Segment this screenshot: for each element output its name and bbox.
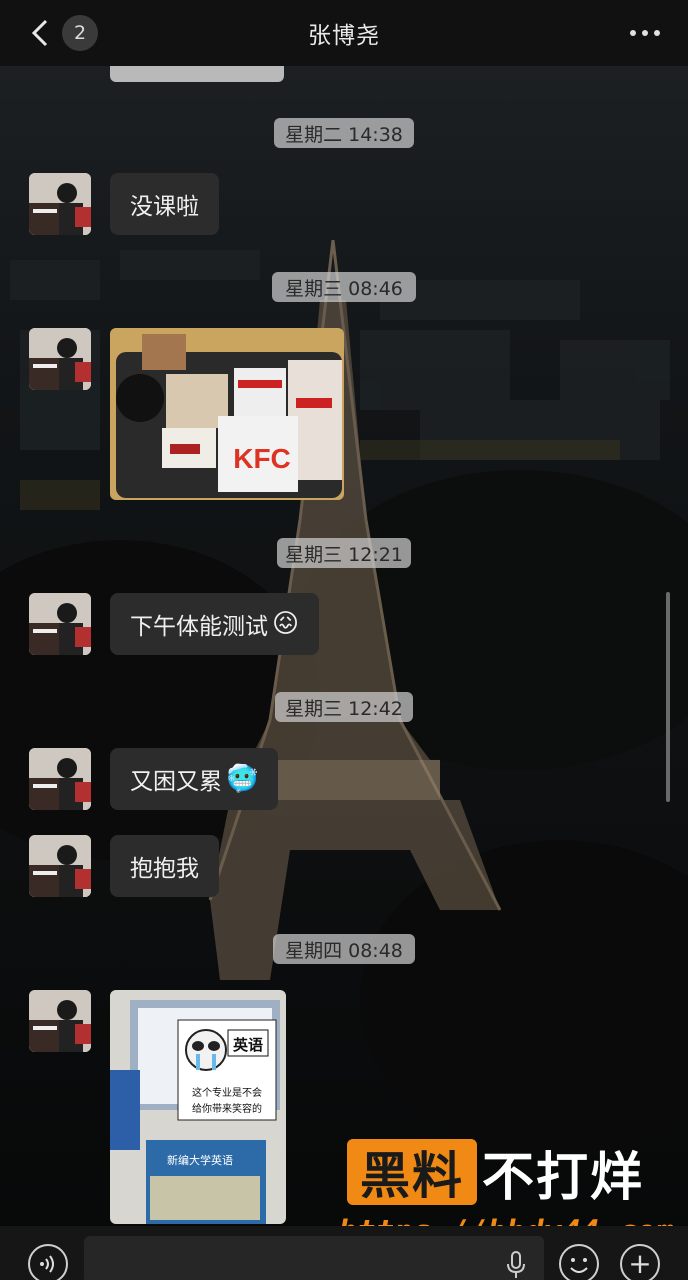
- message-bubble[interactable]: 下午体能测试 😖: [110, 593, 320, 655]
- cold-face-emoji-icon: 🥶: [226, 764, 259, 794]
- confounded-face-emoji-icon: 😖: [272, 609, 300, 639]
- message-text: 没课啦: [130, 194, 199, 220]
- message-bubble[interactable]: 抱抱我: [110, 835, 219, 897]
- avatar[interactable]: [29, 748, 91, 810]
- message-input[interactable]: [84, 1236, 544, 1280]
- avatar[interactable]: [29, 835, 91, 897]
- scrollbar[interactable]: [666, 592, 670, 802]
- back-button[interactable]: 2: [26, 13, 98, 53]
- chevron-left-icon: [26, 13, 54, 53]
- meme-tag: 英语: [233, 1036, 263, 1054]
- input-bar: +: [0, 1226, 688, 1280]
- more-icon: [630, 30, 636, 36]
- chat-title: 张博尧: [308, 23, 380, 49]
- timestamp: 星期四 08:48: [273, 934, 415, 964]
- avatar[interactable]: [29, 593, 91, 655]
- voice-icon: [40, 1255, 54, 1273]
- meme-caption-line-1: 这个专业是不会: [192, 1086, 262, 1099]
- message-list[interactable]: 星期二 14:38 没课啦 星期三 08:46 KFC 星期三 12:21 下午…: [0, 66, 688, 1226]
- image-message-food[interactable]: KFC: [110, 328, 344, 500]
- message-bubble[interactable]: 又困又累 🥶: [110, 748, 279, 810]
- book-title: 新编大学英语: [167, 1153, 233, 1167]
- message-text: 下午体能测试: [130, 614, 268, 640]
- emoji-button[interactable]: [559, 1244, 599, 1280]
- emoji-icon: [570, 1258, 588, 1273]
- avatar[interactable]: [29, 173, 91, 235]
- message-bubble[interactable]: 没课啦: [110, 173, 219, 235]
- mic-icon[interactable]: [504, 1250, 528, 1280]
- timestamp: 星期三 12:21: [277, 538, 411, 568]
- avatar[interactable]: [29, 328, 91, 390]
- timestamp: 星期三 08:46: [272, 272, 416, 302]
- timestamp: 星期三 12:42: [275, 692, 413, 722]
- unread-count-badge: 2: [62, 15, 98, 51]
- timestamp: 星期二 14:38: [274, 118, 414, 148]
- top-bar: 2 张博尧: [0, 0, 688, 66]
- avatar[interactable]: [29, 990, 91, 1052]
- previous-image-message[interactable]: [110, 66, 284, 82]
- meme-caption-line-2: 给你带来笑容的: [192, 1102, 262, 1115]
- kfc-label: KFC: [233, 443, 291, 474]
- message-text: 抱抱我: [130, 856, 199, 882]
- image-message-meme[interactable]: 英语 这个专业是不会 给你带来笑容的 新编大学英语: [110, 990, 286, 1224]
- plus-button[interactable]: +: [620, 1244, 660, 1280]
- more-button[interactable]: [630, 20, 660, 46]
- message-text: 又困又累: [130, 769, 222, 795]
- plus-icon: +: [628, 1247, 652, 1280]
- voice-button[interactable]: [28, 1244, 68, 1280]
